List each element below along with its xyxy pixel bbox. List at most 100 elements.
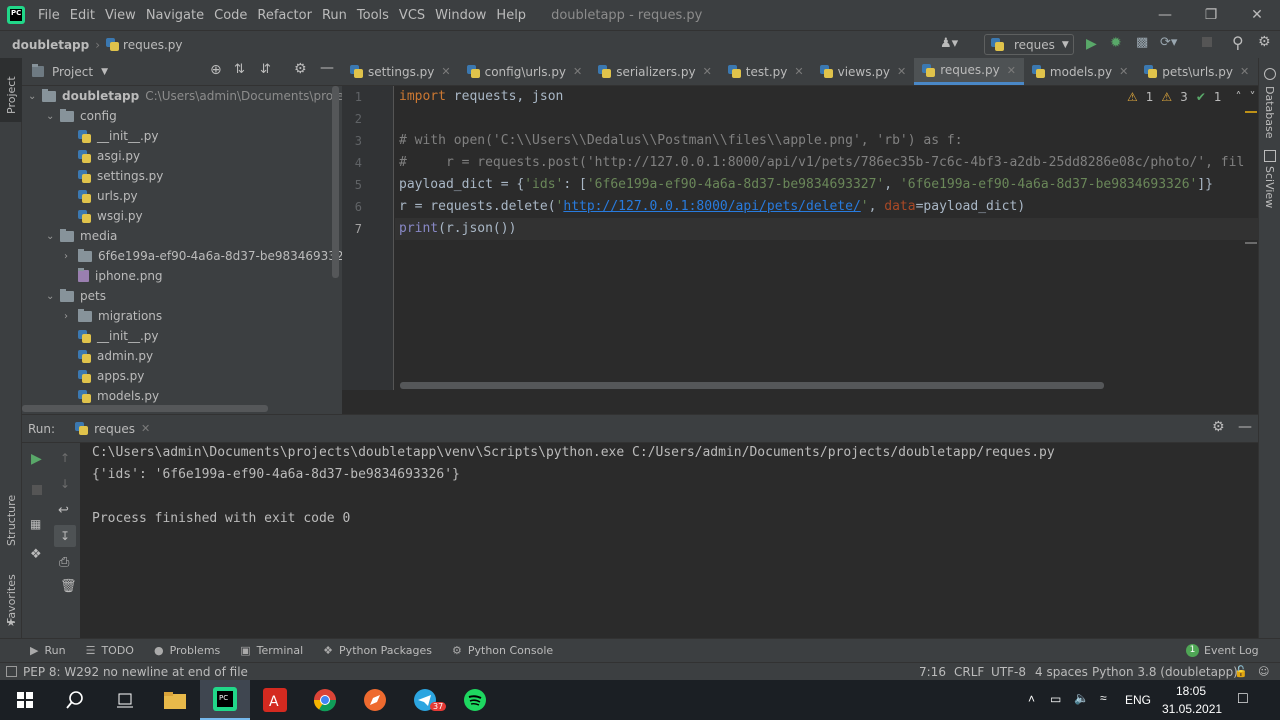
chevron-down-icon[interactable]: ⌄: [28, 91, 42, 102]
task-view-icon[interactable]: [100, 680, 150, 720]
tool-tab-run[interactable]: ▶ Run: [30, 644, 66, 657]
sciview-tool-label[interactable]: SciView: [1263, 166, 1276, 208]
next-highlight-icon[interactable]: ˅: [1250, 90, 1256, 104]
user-vcs-icon[interactable]: ♟▾: [940, 36, 958, 51]
editor-tab[interactable]: views.py ✕: [812, 58, 915, 85]
indent-setting[interactable]: 4 spaces: [1035, 665, 1088, 679]
tool-tab-terminal[interactable]: ▣ Terminal: [240, 644, 303, 657]
pycharm-taskbar-icon[interactable]: PC: [200, 680, 250, 720]
tool-tab-todo[interactable]: ☰ TODO: [86, 644, 134, 657]
toggle-tool-windows-icon[interactable]: [6, 666, 17, 677]
panel-settings-icon[interactable]: ⚙: [294, 61, 307, 77]
battery-icon[interactable]: ▭: [1050, 692, 1061, 706]
hide-run-panel-icon[interactable]: —: [1238, 419, 1252, 435]
tree-item[interactable]: admin.py: [64, 346, 153, 366]
close-button[interactable]: ✕: [1234, 0, 1280, 30]
chevron-right-icon[interactable]: ›: [64, 251, 78, 262]
tree-item[interactable]: ⌄ pets: [46, 286, 106, 306]
run-settings-icon[interactable]: ⚙: [1212, 419, 1225, 435]
editor-tab[interactable]: reques.py ✕: [914, 58, 1024, 85]
project-view-title[interactable]: Project: [52, 65, 93, 79]
layout-icon[interactable]: ▦: [30, 517, 41, 531]
chevron-down-icon[interactable]: ⌄: [46, 231, 60, 242]
editor-horizontal-scrollbar[interactable]: [400, 382, 1104, 389]
editor-tab[interactable]: settings.py ✕: [342, 58, 459, 85]
menu-item-code[interactable]: Code: [209, 8, 252, 23]
print-icon[interactable]: ⎙: [59, 555, 69, 570]
editor-tab[interactable]: test.py ✕: [720, 58, 812, 85]
project-tool-button[interactable]: Project: [0, 58, 22, 122]
menu-item-edit[interactable]: Edit: [65, 8, 100, 23]
show-hidden-icons-icon[interactable]: ˄: [1028, 692, 1035, 706]
notification-center-icon[interactable]: □: [1238, 690, 1248, 708]
chevron-right-icon[interactable]: ›: [64, 311, 78, 322]
scroll-to-end-icon[interactable]: ↧: [54, 525, 76, 547]
wifi-icon[interactable]: ≈: [1100, 691, 1107, 705]
tree-item[interactable]: ⌄ media: [46, 226, 117, 246]
line-separator[interactable]: CRLF: [954, 665, 984, 679]
python-interpreter[interactable]: Python 3.8 (doubletapp): [1092, 665, 1238, 679]
run-config-dropdown[interactable]: reques ▼: [984, 34, 1074, 55]
code-editor[interactable]: import requests, json # with open('C:\\U…: [395, 86, 1258, 390]
tree-item[interactable]: iphone.png: [64, 266, 163, 286]
tree-item[interactable]: asgi.py: [64, 146, 140, 166]
stop-run-icon[interactable]: [32, 485, 42, 495]
volume-icon[interactable]: 🔈: [1074, 691, 1089, 705]
close-tab-icon[interactable]: ✕: [703, 65, 712, 78]
editor-tab[interactable]: config\urls.py ✕: [459, 58, 591, 85]
tree-item[interactable]: models.py: [64, 386, 159, 406]
structure-tool-label[interactable]: Structure: [5, 495, 18, 546]
scroll-up-icon[interactable]: ↑: [60, 451, 70, 465]
close-tab-icon[interactable]: ✕: [794, 65, 803, 78]
compass-app-icon[interactable]: [350, 680, 400, 720]
tree-item[interactable]: › 6f6e199a-ef90-4a6a-8d37-be9834693327: [64, 246, 342, 266]
tree-item[interactable]: wsgi.py: [64, 206, 143, 226]
scroll-down-icon[interactable]: ↓: [60, 477, 70, 491]
input-language[interactable]: ENG: [1125, 693, 1151, 707]
lock-icon[interactable]: 🔓: [1234, 665, 1248, 678]
close-tab-icon[interactable]: ✕: [897, 65, 906, 78]
close-tab-icon[interactable]: ✕: [1240, 65, 1249, 78]
menu-item-help[interactable]: Help: [491, 8, 531, 23]
file-explorer-icon[interactable]: [150, 680, 200, 720]
tree-item[interactable]: › migrations: [64, 306, 162, 326]
tool-tab-problems[interactable]: ● Problems: [154, 644, 220, 657]
tree-item[interactable]: settings.py: [64, 166, 163, 186]
menu-item-view[interactable]: View: [100, 8, 141, 23]
spotify-icon[interactable]: [450, 680, 500, 720]
profile-icon[interactable]: ⟳▾: [1160, 35, 1177, 50]
chevron-down-icon[interactable]: ⌄: [46, 111, 60, 122]
menu-item-refactor[interactable]: Refactor: [252, 8, 317, 23]
maximize-button[interactable]: ❐: [1188, 0, 1234, 30]
trash-icon[interactable]: 🗑: [60, 579, 77, 594]
run-icon[interactable]: ▶: [1086, 36, 1097, 52]
minimize-button[interactable]: —: [1142, 0, 1188, 30]
pin-tab-icon[interactable]: ❖: [30, 547, 42, 562]
tree-item[interactable]: ⌄ config: [46, 106, 117, 126]
breadcrumb-project[interactable]: doubletapp: [12, 38, 89, 52]
chevron-down-icon[interactable]: ⌄: [46, 291, 60, 302]
notifications-icon[interactable]: ☺: [1258, 665, 1269, 678]
locate-file-icon[interactable]: ⊕: [210, 62, 222, 78]
menu-item-vcs[interactable]: VCS: [394, 8, 430, 23]
event-log-button[interactable]: 1 Event Log: [1186, 644, 1259, 657]
windows-start-icon[interactable]: [0, 680, 50, 720]
tree-item[interactable]: __init__.py: [64, 326, 159, 346]
menu-item-run[interactable]: Run: [317, 8, 352, 23]
menu-item-window[interactable]: Window: [430, 8, 491, 23]
acrobat-icon[interactable]: A: [250, 680, 300, 720]
close-tab-icon[interactable]: ✕: [573, 65, 582, 78]
chrome-icon[interactable]: [300, 680, 350, 720]
debug-icon[interactable]: ✹: [1110, 35, 1122, 51]
stop-icon[interactable]: [1202, 37, 1212, 47]
clock-date[interactable]: 31.05.2021: [1162, 702, 1222, 716]
menu-item-file[interactable]: File: [33, 8, 65, 23]
expand-all-icon[interactable]: ⇅: [234, 62, 245, 77]
breadcrumb-file[interactable]: reques.py: [123, 38, 182, 52]
previous-highlight-icon[interactable]: ˄: [1236, 90, 1242, 104]
error-stripe-marker[interactable]: [1245, 242, 1257, 244]
file-encoding[interactable]: UTF-8: [991, 665, 1026, 679]
tree-horizontal-scrollbar[interactable]: [22, 405, 268, 412]
close-tab-icon[interactable]: ✕: [1119, 65, 1128, 78]
tree-vertical-scrollbar[interactable]: [332, 86, 339, 278]
